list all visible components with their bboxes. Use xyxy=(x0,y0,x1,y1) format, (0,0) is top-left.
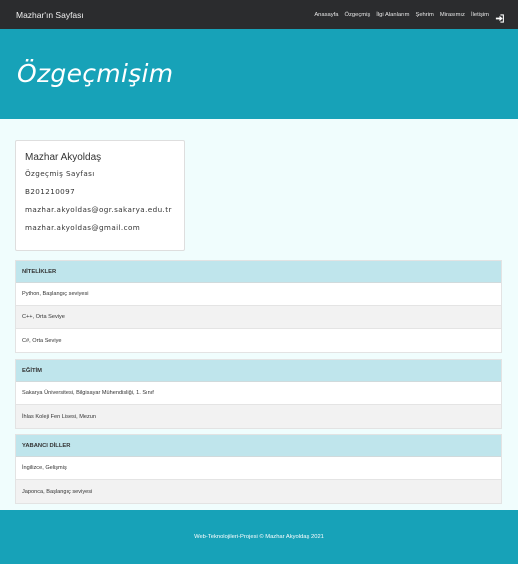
nav-link-resume[interactable]: Özgeçmiş xyxy=(344,12,370,18)
skills-section: NİTELİKLER Python, Başlangıç seviyesi C+… xyxy=(15,260,502,353)
list-item: C++, Orta Seviye xyxy=(16,306,501,329)
hero-banner: Özgeçmişim xyxy=(0,29,518,119)
list-item: İhlas Koleji Fen Lisesi, Mezun xyxy=(16,405,501,428)
nav-link-interests[interactable]: İlgi Alanlarım xyxy=(376,12,409,18)
page-footer: Web-Teknolojileri-Projesi © Mazhar Akyol… xyxy=(0,510,518,564)
student-number: B201210097 xyxy=(25,187,76,196)
site-brand[interactable]: Mazhar'ın Sayfası xyxy=(16,10,84,20)
profile-card: Mazhar Akyoldaş Özgeçmiş Sayfası B201210… xyxy=(15,140,185,251)
education-section: EĞİTİM Sakarya Üniversitesi, Bilgisayar … xyxy=(15,359,502,429)
list-item: İngilizce, Gelişmiş xyxy=(16,457,501,480)
list-item: Sakarya Üniversitesi, Bilgisayar Mühendi… xyxy=(16,382,501,405)
nav-link-city[interactable]: Şehrim xyxy=(415,12,433,18)
nav-link-heritage[interactable]: Mirasımız xyxy=(440,12,465,18)
nav-menu: Anasayfa Özgeçmiş İlgi Alanlarım Şehrim … xyxy=(314,10,504,23)
education-header: EĞİTİM xyxy=(16,360,501,382)
page-title: Özgeçmişim xyxy=(17,59,174,88)
list-item: C#, Orta Seviye xyxy=(22,337,62,344)
personal-email: mazhar.akyoldas@gmail.com xyxy=(25,223,141,232)
nav-link-home[interactable]: Anasayfa xyxy=(314,12,338,18)
list-item: Japonca, Başlangıç seviyesi xyxy=(16,480,501,503)
list-item: Python, Başlangıç seviyesi xyxy=(16,283,501,306)
profile-subtitle: Özgeçmiş Sayfası xyxy=(25,169,95,178)
skills-header: NİTELİKLER xyxy=(16,261,501,283)
footer-text: Web-Teknolojileri-Projesi © Mazhar Akyol… xyxy=(194,534,324,540)
sign-in-icon[interactable] xyxy=(495,10,504,23)
top-navbar: Mazhar'ın Sayfası Anasayfa Özgeçmiş İlgi… xyxy=(0,0,518,29)
profile-name: Mazhar Akyoldaş xyxy=(25,152,102,163)
languages-section: YABANCI DİLLER İngilizce, Gelişmiş Japon… xyxy=(15,434,502,504)
nav-link-contact[interactable]: İletişim xyxy=(471,12,489,18)
languages-header: YABANCI DİLLER xyxy=(16,435,501,457)
school-email: mazhar.akyoldas@ogr.sakarya.edu.tr xyxy=(25,205,172,214)
